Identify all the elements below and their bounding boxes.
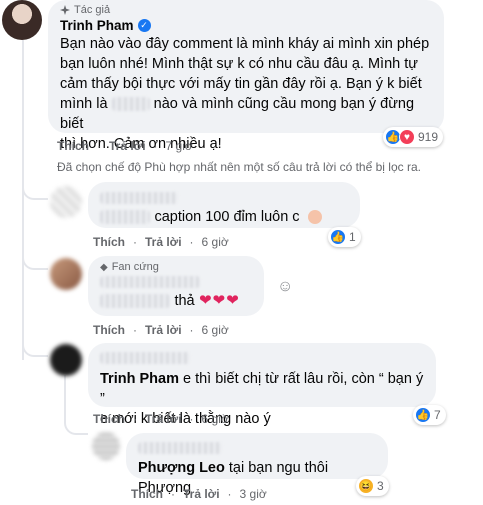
haha-reaction-icon: 😆 [358,478,374,494]
reply-1-reactions[interactable]: 👍 1 [328,227,361,247]
like-button[interactable]: Thích [57,139,89,153]
comment-time[interactable]: 3 giờ [240,487,267,501]
like-button[interactable]: Thích [93,235,125,249]
thread-connector-1 [22,178,48,200]
thread-connector-2 [22,248,48,270]
author-comment-actions: Thích · Trả lời · 7 giờ [57,139,193,153]
mention-link[interactable]: Trinh Pham [100,371,179,387]
reply-2-text: thả [174,293,195,309]
like-button[interactable]: Thích [131,487,163,501]
reaction-count: 1 [349,230,356,244]
reply-4-bubble: Phượng Leo tại bạn ngu thôi Phượng [126,433,388,496]
author-badge: Tác giả [60,4,432,16]
heart-emojis: ❤❤❤ [199,292,240,309]
comment-time[interactable]: 6 giờ [202,323,229,337]
reply-3-reactions[interactable]: 👍 7 [413,405,446,425]
reply-2-hidden-name [100,275,200,288]
like-button[interactable]: Thích [93,412,125,426]
like-reaction-icon: 👍 [330,229,346,245]
emoji-react-button[interactable]: ☺ [277,278,293,296]
author-avatar[interactable] [2,0,42,40]
reply-button[interactable]: Trả lời [183,487,220,501]
reply-button[interactable]: Trả lời [145,235,182,249]
reaction-count: 919 [418,130,439,144]
like-reaction-icon: 👍 [415,407,431,423]
comment-time[interactable]: 6 giờ [202,412,229,426]
reply-2-bubble: ◆ Fan cứng thả ❤❤❤ [88,256,264,316]
author-comment-reactions[interactable]: 👍 ♥ 919 [383,127,444,147]
censored-word [111,97,150,112]
fan-diamond-icon: ◆ [100,261,108,273]
reply-1-hidden-text [100,209,150,224]
reply-button[interactable]: Trả lời [145,412,182,426]
reply-4-reactions[interactable]: 😆 3 [356,476,389,496]
thread-line-nested [64,375,66,420]
verified-icon: ✓ [137,19,151,32]
author-badge-label: Tác giả [74,4,111,16]
reply-3-actions: Thích · Trả lời · 6 giờ [93,412,229,426]
love-reaction-icon: ♥ [399,129,415,145]
reply-1-hidden-name [100,191,178,204]
reply-button[interactable]: Trả lời [109,139,146,153]
reply-3-hidden-name [100,351,190,364]
author-comment-text: Bạn nào vào đây comment là mình kháy ai … [60,36,430,152]
reply-3-bubble: Trinh Pham e thì biết chị từ rất lâu rồi… [88,343,436,427]
reply-1-actions: Thích · Trả lời · 6 giờ [93,235,229,249]
comment-time[interactable]: 6 giờ [202,235,229,249]
like-button[interactable]: Thích [93,323,125,337]
mention-link[interactable]: Phượng Leo [138,460,225,476]
emoji-icon [308,209,322,224]
reply-2-hidden-text [100,293,170,308]
reply-2-avatar[interactable] [50,258,82,290]
reply-button[interactable]: Trả lời [145,323,182,337]
reply-3-avatar[interactable] [50,344,82,376]
fan-badge-label: Fan cứng [111,261,159,273]
reply-4-avatar[interactable] [92,432,120,460]
thread-connector-4 [64,415,88,435]
reply-2-actions: Thích · Trả lời · 6 giờ [93,323,229,337]
reply-1-avatar[interactable] [50,186,82,218]
filter-notice: Đã chọn chế độ Phù hợp nhất nên một số c… [57,160,421,174]
reaction-count: 3 [377,479,384,493]
author-comment-bubble: Tác giả Trinh Pham ✓ Bạn nào vào đây com… [48,0,444,152]
reply-4-actions: Thích · Trả lời · 3 giờ [131,487,267,501]
thread-line-main [22,40,24,360]
comment-time[interactable]: 7 giờ [166,139,193,153]
reply-1-text: caption 100 đỉm luôn c [154,209,300,225]
author-badge-icon [60,5,70,15]
thread-connector-3 [22,335,48,357]
fan-badge: ◆ Fan cứng [100,261,252,273]
reply-4-hidden-name [138,441,222,454]
reaction-count: 7 [434,408,441,422]
author-name[interactable]: Trinh Pham [60,18,134,33]
reply-1-bubble: caption 100 đỉm luôn c [88,182,360,228]
